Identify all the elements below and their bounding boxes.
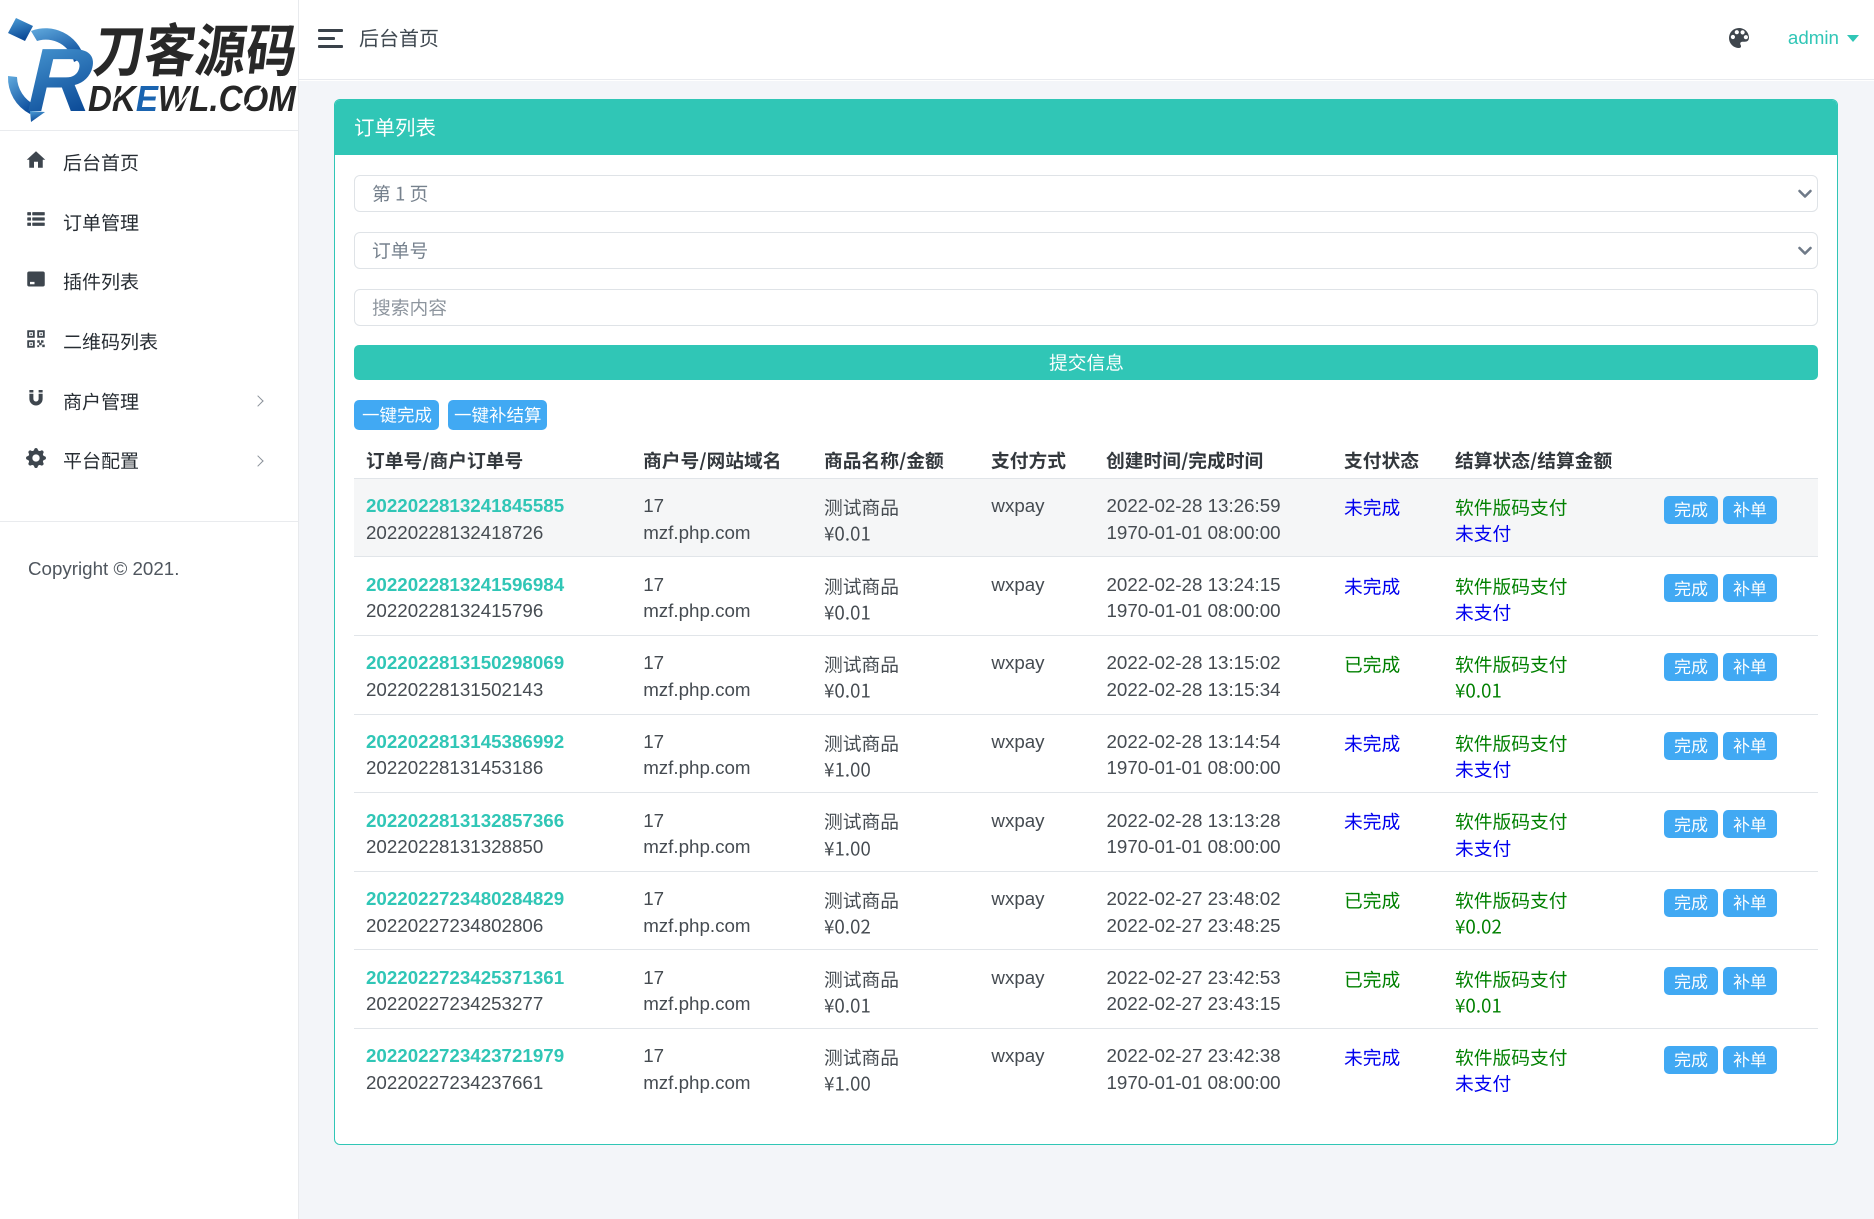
svg-text:E: E xyxy=(136,80,159,120)
svg-text:WL.COM: WL.COM xyxy=(158,80,297,120)
svg-text:DK: DK xyxy=(88,80,139,120)
